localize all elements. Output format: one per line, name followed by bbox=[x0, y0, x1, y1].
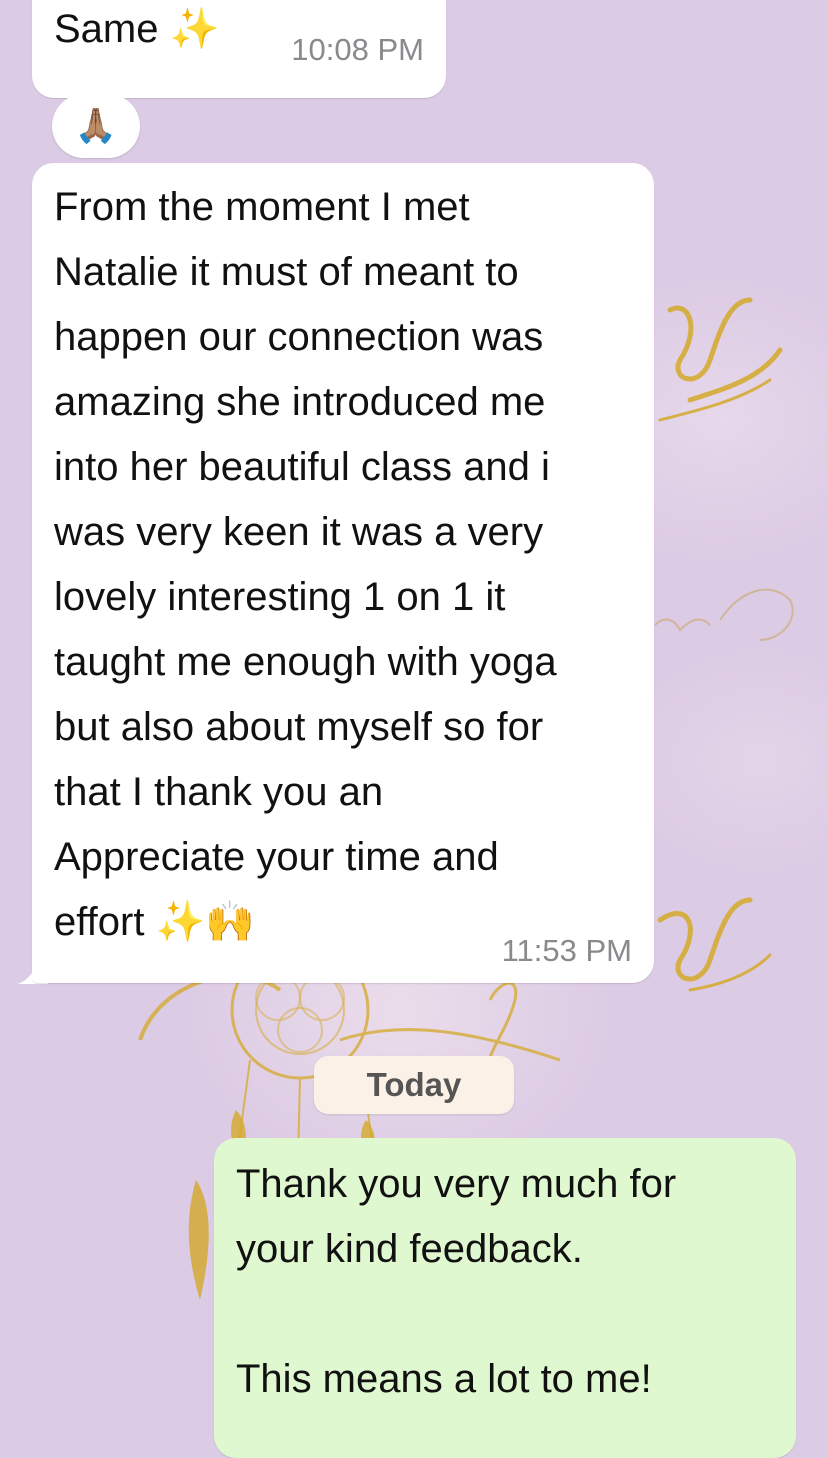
message-text: From the moment I met Natalie it must of… bbox=[54, 185, 557, 944]
message-bubble-outgoing[interactable]: Thank you very much for your kind feedba… bbox=[214, 1138, 796, 1458]
message-bubble-incoming[interactable]: Same ✨ 10:08 PM bbox=[32, 0, 446, 98]
message-bubble-incoming[interactable]: From the moment I met Natalie it must of… bbox=[32, 163, 654, 983]
message-reaction[interactable]: 🙏🏽 bbox=[52, 94, 140, 158]
message-timestamp: 10:08 PM bbox=[291, 32, 424, 67]
message-text: Same ✨ bbox=[54, 7, 220, 51]
date-separator-label: Today bbox=[366, 1066, 462, 1103]
message-timestamp: 11:53 PM bbox=[501, 933, 632, 968]
folded-hands-icon: 🙏🏽 bbox=[74, 107, 118, 145]
message-text: Thank you very much for your kind feedba… bbox=[236, 1162, 677, 1401]
date-separator: Today bbox=[314, 1056, 514, 1114]
